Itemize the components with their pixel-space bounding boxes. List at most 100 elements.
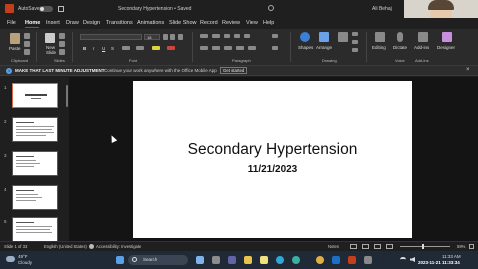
close-icon[interactable]: × <box>466 67 470 73</box>
shape-fill-icon[interactable] <box>352 32 358 36</box>
thumbnail-scrollbar[interactable] <box>66 85 68 107</box>
increase-indent-icon[interactable] <box>234 34 240 38</box>
volume-icon[interactable] <box>410 257 415 262</box>
tab-file[interactable]: File <box>7 20 16 26</box>
widgets-icon[interactable] <box>196 256 204 264</box>
tab-review[interactable]: Review <box>222 20 240 26</box>
get-started-button[interactable]: Get started <box>220 67 248 74</box>
paste-icon[interactable] <box>10 33 20 44</box>
fit-to-window-icon[interactable] <box>469 244 474 249</box>
section-icon[interactable] <box>59 49 65 55</box>
weather-temperature[interactable]: 49°F <box>18 254 28 259</box>
italic-icon[interactable]: I <box>93 46 94 51</box>
tab-insert[interactable]: Insert <box>46 20 60 26</box>
char-spacing-icon[interactable] <box>122 46 130 50</box>
accessibility-status[interactable]: Accessibility: Investigate <box>96 244 141 249</box>
shape-effects-icon[interactable] <box>352 48 358 52</box>
sticky-notes-icon[interactable] <box>260 256 268 264</box>
save-icon[interactable] <box>58 6 64 12</box>
tab-slide-show[interactable]: Slide Show <box>169 20 197 26</box>
format-painter-icon[interactable] <box>24 49 30 55</box>
copy-icon[interactable] <box>24 41 30 47</box>
add-ins-label[interactable]: Add-ins <box>414 45 429 50</box>
tab-home[interactable]: Home <box>25 20 40 26</box>
slide-thumbnail[interactable] <box>12 117 58 142</box>
edge-icon[interactable] <box>276 256 284 264</box>
clock-time[interactable]: 11:33 AM <box>442 254 461 259</box>
wifi-icon[interactable] <box>400 257 406 262</box>
slide-canvas[interactable]: Secondary Hypertension 11/21/2023 <box>133 81 412 238</box>
zoom-level[interactable]: 59% <box>457 244 465 249</box>
designer-icon[interactable] <box>442 32 452 42</box>
tab-animations[interactable]: Animations <box>137 20 164 26</box>
layout-icon[interactable] <box>59 33 65 39</box>
columns-icon[interactable] <box>248 46 256 50</box>
change-case-icon[interactable] <box>136 46 144 50</box>
tab-design[interactable]: Design <box>83 20 100 26</box>
bold-icon[interactable]: B <box>83 46 86 51</box>
editing-label[interactable]: Editing <box>372 45 386 50</box>
autosave-toggle[interactable] <box>39 6 53 12</box>
shrink-font-icon[interactable] <box>170 34 175 40</box>
tab-record[interactable]: Record <box>200 20 218 26</box>
new-slide-label[interactable]: New Slide <box>46 45 56 55</box>
document-title[interactable]: Secondary Hypertension • Saved <box>118 6 191 12</box>
language-status[interactable]: English (United States) <box>44 244 87 249</box>
bullets-icon[interactable] <box>200 34 208 38</box>
microphone-icon[interactable] <box>397 32 403 42</box>
tab-view[interactable]: View <box>246 20 258 26</box>
shape-outline-icon[interactable] <box>352 40 358 44</box>
slide-subtitle[interactable]: 11/21/2023 <box>133 164 412 175</box>
windows-start-icon[interactable] <box>116 256 124 264</box>
underline-icon[interactable]: U <box>102 46 105 51</box>
arrange-icon[interactable] <box>319 32 329 42</box>
strikethrough-icon[interactable]: S <box>111 46 114 51</box>
taskbar-search-box[interactable]: Search <box>128 255 188 265</box>
file-explorer-icon[interactable] <box>244 256 252 264</box>
webex-icon[interactable] <box>292 256 300 264</box>
shapes-icon[interactable] <box>300 32 310 42</box>
notes-button[interactable]: Notes <box>328 244 339 249</box>
paste-label[interactable]: Paste <box>9 46 21 51</box>
font-name-dropdown[interactable] <box>80 34 142 40</box>
reading-view-icon[interactable] <box>374 244 381 249</box>
dictate-label[interactable]: Dictate <box>393 45 407 50</box>
add-ins-icon[interactable] <box>418 32 428 42</box>
line-spacing-icon[interactable] <box>244 34 250 38</box>
tab-transitions[interactable]: Transitions <box>106 20 133 26</box>
align-left-icon[interactable] <box>200 46 208 50</box>
weather-description[interactable]: Cloudy <box>18 260 32 265</box>
slide-thumbnail[interactable] <box>12 83 58 108</box>
reset-icon[interactable] <box>59 41 65 47</box>
shapes-label[interactable]: Shapes <box>298 45 313 50</box>
designer-label[interactable]: Designer <box>437 45 455 50</box>
slide-thumbnail[interactable] <box>12 217 58 242</box>
align-text-icon[interactable] <box>272 46 278 50</box>
teams-icon[interactable] <box>228 256 236 264</box>
slide-thumbnail[interactable] <box>12 151 58 176</box>
justify-icon[interactable] <box>236 46 244 50</box>
outlook-icon[interactable] <box>332 256 340 264</box>
new-slide-icon[interactable] <box>45 33 55 43</box>
highlight-icon[interactable] <box>152 46 160 50</box>
normal-view-icon[interactable] <box>350 244 357 249</box>
zoom-slider[interactable] <box>400 246 450 247</box>
align-right-icon[interactable] <box>224 46 232 50</box>
text-direction-icon[interactable] <box>272 34 278 38</box>
font-color-icon[interactable] <box>167 46 175 50</box>
task-view-icon[interactable] <box>212 256 220 264</box>
cut-icon[interactable] <box>24 33 30 39</box>
powerpoint-icon[interactable] <box>348 256 356 264</box>
align-center-icon[interactable] <box>212 46 220 50</box>
clear-format-icon[interactable] <box>178 34 183 40</box>
grow-font-icon[interactable] <box>163 34 168 40</box>
zoom-slider-thumb[interactable] <box>422 244 424 249</box>
decrease-indent-icon[interactable] <box>224 34 230 38</box>
numbering-icon[interactable] <box>212 34 220 38</box>
user-name[interactable]: Ali Behaj <box>372 6 392 12</box>
slide-title[interactable]: Secondary Hypertension <box>133 141 412 159</box>
slide-sorter-icon[interactable] <box>362 244 369 249</box>
quick-styles-icon[interactable] <box>338 32 348 42</box>
chrome-icon[interactable] <box>316 256 324 264</box>
slideshow-icon[interactable] <box>386 244 393 249</box>
